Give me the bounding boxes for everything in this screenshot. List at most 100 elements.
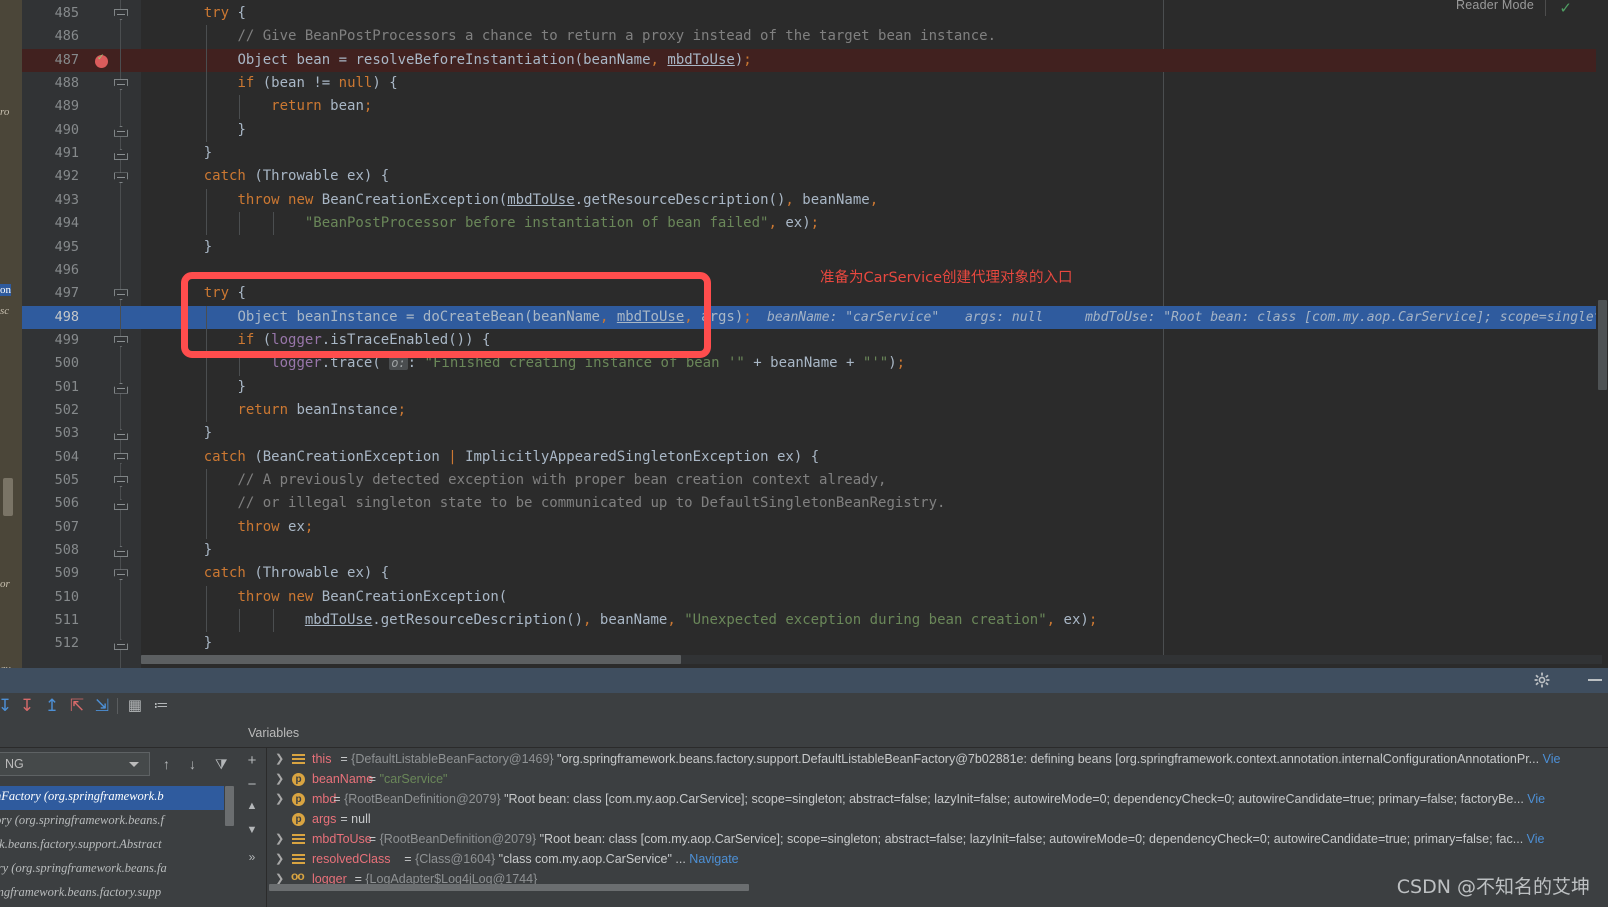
gear-icon[interactable]	[1534, 672, 1550, 688]
variable-row[interactable]: ❯ this = {DefaultListableBeanFactory@1469…	[267, 750, 1608, 770]
line-number: 501	[54, 378, 79, 395]
add-watch-icon[interactable]: +	[244, 752, 260, 769]
code-line[interactable]: return beanInstance;	[141, 398, 1608, 423]
code-line[interactable]: mbdToUse.getResourceDescription(), beanN…	[141, 609, 1608, 633]
fold-open-icon[interactable]	[114, 172, 128, 184]
chevron-right-icon[interactable]: ❯	[275, 832, 284, 845]
editor-gutter[interactable]: 485 486 487 488 489 490 491 492 493 494 495 496 497 4…	[22, 0, 141, 680]
code-line[interactable]: }	[141, 632, 1608, 655]
fold-open-icon[interactable]	[114, 9, 128, 20]
force-step-into-icon[interactable]: ↥	[41, 695, 63, 717]
code-line[interactable]: if (logger.isTraceEnabled()) {	[141, 328, 1608, 353]
frame-item[interactable]: (org.springframework.beans.factory.supp	[0, 882, 224, 906]
fold-open-icon[interactable]	[114, 335, 128, 347]
editor-vertical-scrollbar[interactable]	[1596, 0, 1608, 655]
indent-guide	[205, 212, 207, 236]
fold-close-icon[interactable]	[114, 546, 128, 558]
frames-scrollbar-thumb[interactable]	[225, 786, 234, 826]
code-line[interactable]: if (bean != null) {	[141, 72, 1608, 96]
expand-more-icon[interactable]: »	[244, 850, 260, 864]
chevron-right-icon[interactable]: ❯	[275, 752, 284, 765]
indent-guide	[205, 515, 207, 539]
code-line[interactable]: Object beanInstance = doCreateBean(beanN…	[141, 305, 1608, 329]
step-over-icon[interactable]: ↧	[0, 695, 16, 717]
frame-list[interactable]: ableBeanFactory (org.springframework.bea…	[0, 786, 224, 907]
fold-close-icon[interactable]	[114, 149, 128, 161]
code-line[interactable]: }	[141, 236, 1608, 259]
code-line[interactable]: }	[141, 375, 1608, 399]
variable-row[interactable]: p args = null	[267, 810, 1608, 830]
fold-open-icon[interactable]	[114, 476, 128, 487]
code-line-text: catch (Throwable ex) {	[203, 565, 390, 582]
variable-row[interactable]: ❯ p mbd = {RootBeanDefinition@2079} "Root …	[267, 790, 1608, 810]
move-down-icon[interactable]: ▼	[244, 824, 260, 836]
fold-close-icon[interactable]	[114, 382, 128, 394]
left-strip-scrollbar-thumb[interactable]	[3, 478, 13, 516]
chevron-right-icon[interactable]: ❯	[275, 792, 284, 805]
evaluate-expression-icon[interactable]: ▦	[124, 695, 146, 717]
debug-toolbar[interactable]: ↧ ↧ ↥ ⇱ ⇲ ▦ ≔	[0, 693, 1608, 720]
fold-close-icon[interactable]	[114, 125, 128, 137]
frame-item[interactable]: ableBeanFactory (org.springframework.b	[0, 786, 224, 810]
chevron-down-icon[interactable]	[129, 762, 139, 767]
fold-close-icon[interactable]	[114, 499, 128, 511]
code-line[interactable]: return bean;	[141, 95, 1608, 119]
code-line[interactable]: catch (Throwable ex) {	[141, 165, 1608, 188]
field-icon	[292, 753, 305, 766]
code-line[interactable]: throw new BeanCreationException(mbdToUse…	[141, 188, 1608, 213]
code-line[interactable]: // A previously detected exception with …	[141, 469, 1608, 493]
drop-frame-icon[interactable]: ⇲	[91, 695, 113, 717]
frame-item[interactable]: anRegistry (org.springframework.beans.fa	[0, 858, 224, 882]
frames-pane[interactable]: NG ↑ ↓ ⧩ ableBeanFactory (org.springfram…	[0, 720, 238, 907]
fold-close-icon[interactable]	[114, 639, 128, 651]
code-line[interactable]: logger.trace( o:: "Finished creating ins…	[141, 352, 1608, 376]
code-line[interactable]: // Give BeanPostProcessors a chance to r…	[141, 25, 1608, 49]
step-out-icon[interactable]: ⇱	[66, 695, 88, 717]
code-lines[interactable]: try { // Give BeanPostProcessors a chanc…	[141, 0, 1608, 655]
variable-row[interactable]: ❯ mbdToUse = {RootBeanDefinition@2079} "R…	[267, 830, 1608, 850]
code-editor[interactable]: Reader Mode ✓ 48548648748848949049149249…	[22, 0, 1608, 680]
show-frames-icon[interactable]: ≔	[150, 695, 172, 717]
code-line[interactable]: }	[141, 118, 1608, 143]
left-strip-line-selected[interactable]: on	[0, 284, 11, 296]
editor-horizontal-scroll-thumb[interactable]	[141, 655, 681, 664]
code-line-text: // A previously detected exception with …	[237, 472, 887, 488]
minimize-icon[interactable]	[1588, 679, 1602, 681]
code-line[interactable]: }	[141, 142, 1608, 165]
variables-horizontal-scrollbar[interactable]	[269, 884, 749, 891]
up-frame-icon[interactable]: ↑	[163, 756, 170, 772]
frame-item[interactable]: eanFactory (org.springframework.beans.f	[0, 810, 224, 834]
code-line[interactable]: }	[141, 422, 1608, 445]
code-line-text: try {	[203, 5, 246, 21]
chevron-right-icon[interactable]: ❯	[275, 772, 284, 785]
remove-watch-icon[interactable]: −	[244, 776, 260, 793]
code-line[interactable]: try {	[141, 2, 1608, 25]
filter-icon[interactable]: ⧩	[215, 756, 228, 773]
fold-open-icon[interactable]	[114, 289, 128, 301]
frame-item[interactable]: ramework.beans.factory.support.Abstract	[0, 834, 224, 858]
fold-open-icon[interactable]	[114, 79, 128, 91]
code-line[interactable]: throw ex;	[141, 515, 1608, 539]
code-line[interactable]: "BeanPostProcessor before instantiation …	[141, 212, 1608, 236]
editor-scroll-thumb[interactable]	[1598, 300, 1607, 390]
variable-row[interactable]: ❯ resolvedClass = {Class@1604} "class com…	[267, 850, 1608, 870]
code-line[interactable]: throw new BeanCreationException(	[141, 585, 1608, 610]
fold-open-icon[interactable]	[114, 452, 128, 464]
code-line[interactable]: // or illegal singleton state to be comm…	[141, 492, 1608, 516]
down-frame-icon[interactable]: ↓	[189, 756, 196, 772]
thread-selector-value: NG	[5, 757, 24, 771]
code-line[interactable]: Object bean = resolveBeforeInstantiation…	[141, 48, 1608, 72]
chevron-right-icon[interactable]: ❯	[275, 852, 284, 865]
variable-row[interactable]: ❯ p beanName = "carService"	[267, 770, 1608, 790]
code-line[interactable]: catch (Throwable ex) {	[141, 562, 1608, 585]
code-line[interactable]: catch (BeanCreationException | Implicitl…	[141, 446, 1608, 469]
debug-tool-window[interactable]: ↧↧↥⇱⇲▦≔ NG ↑ ↓ ⧩ ableBeanFactory (org.sp…	[0, 668, 1608, 907]
step-into-icon[interactable]: ↧	[16, 695, 38, 717]
variables-side-toolbar[interactable]: + − ▲ ▼ »	[238, 748, 266, 907]
code-line[interactable]: }	[141, 539, 1608, 562]
fold-close-icon[interactable]	[114, 429, 128, 441]
fold-open-icon[interactable]	[114, 569, 128, 581]
thread-selector[interactable]: NG	[0, 752, 150, 776]
move-up-icon[interactable]: ▲	[244, 800, 260, 812]
breakpoint-icon[interactable]	[95, 52, 108, 68]
